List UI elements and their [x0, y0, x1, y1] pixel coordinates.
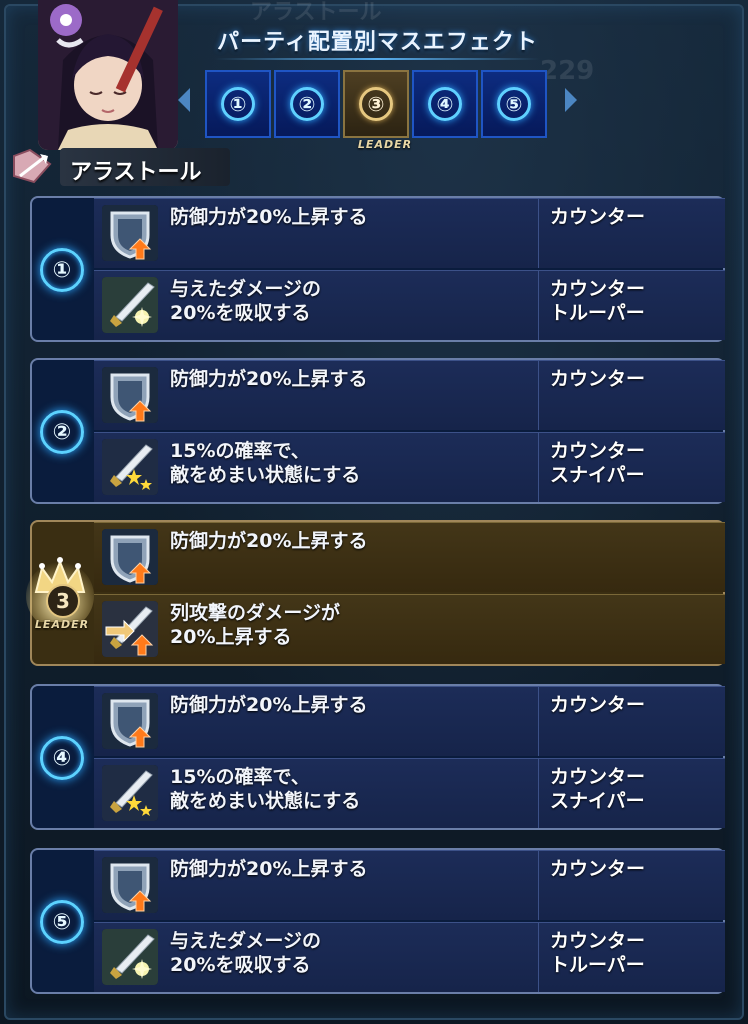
lifesteal-icon — [102, 929, 158, 985]
group-number-badge: ⑤ — [40, 900, 84, 944]
target-type: カウンター スナイパー — [550, 766, 646, 812]
effect-group-slot-5: ⑤ 防御力が20%上昇する カウンター与えたダメージの 20%を吸収する カウンター トル… — [30, 848, 725, 994]
effect-description: 列攻撃のダメージが 20%上昇する — [170, 602, 341, 648]
effect-row: 防御力が20%上昇する — [94, 522, 725, 592]
column-divider — [538, 851, 539, 920]
group-number-badge: ② — [40, 410, 84, 454]
lifesteal-icon — [102, 277, 158, 333]
column-divider — [538, 433, 539, 502]
defense-up-icon — [102, 205, 158, 261]
slot-4-button[interactable]: ④ — [412, 70, 478, 138]
effect-description: 15%の確率で、 敵をめまい状態にする — [170, 440, 361, 486]
group-number-badge: ④ — [40, 736, 84, 780]
character-name: アラストール — [70, 160, 202, 185]
slot-1-number: ① — [221, 87, 255, 121]
target-type: カウンター — [550, 694, 646, 716]
effect-description: 与えたダメージの 20%を吸収する — [170, 930, 322, 976]
dizzy-icon — [102, 765, 158, 821]
slot-3-number: ③ — [359, 87, 393, 121]
effect-group-slot-1: ① 防御力が20%上昇する カウンター与えたダメージの 20%を吸収する カウンター トル… — [30, 196, 725, 342]
effect-row: 列攻撃のダメージが 20%上昇する — [94, 594, 725, 664]
column-attack-up-icon — [102, 601, 158, 657]
effect-row: 与えたダメージの 20%を吸収する カウンター トルーパー — [94, 270, 725, 340]
slot-1-button[interactable]: ① — [205, 70, 271, 138]
column-divider — [538, 923, 539, 992]
target-type: カウンター — [550, 368, 646, 390]
title-underline — [215, 58, 540, 60]
effect-description: 防御力が20%上昇する — [170, 694, 368, 716]
column-divider — [538, 759, 539, 828]
slot-selector: ① ② ③ ④ ⑤ — [205, 70, 550, 140]
effect-description: 防御力が20%上昇する — [170, 206, 368, 228]
defense-up-icon — [102, 693, 158, 749]
group-number-badge: ① — [40, 248, 84, 292]
effect-row: 防御力が20%上昇する カウンター — [94, 360, 725, 430]
defense-up-icon — [102, 857, 158, 913]
target-type: カウンター トルーパー — [550, 278, 646, 324]
effect-row: 防御力が20%上昇する カウンター — [94, 198, 725, 268]
effect-description: 防御力が20%上昇する — [170, 530, 368, 552]
column-divider — [538, 199, 539, 268]
effect-row: 防御力が20%上昇する カウンター — [94, 850, 725, 920]
effect-description: 防御力が20%上昇する — [170, 858, 368, 880]
effect-description: 15%の確率で、 敵をめまい状態にする — [170, 766, 361, 812]
defense-up-icon — [102, 367, 158, 423]
effect-group-slot-4: ④ 防御力が20%上昇する カウンター 15%の確率で、 敵をめまい状態にする カウンター… — [30, 684, 725, 830]
leader-slot-label: LEADER — [357, 138, 413, 151]
defense-up-icon — [102, 529, 158, 585]
prev-arrow-icon[interactable] — [178, 88, 190, 112]
effect-description: 防御力が20%上昇する — [170, 368, 368, 390]
group-number-badge: 3 — [46, 584, 80, 618]
slot-2-button[interactable]: ② — [274, 70, 340, 138]
dizzy-icon — [102, 439, 158, 495]
page-title: パーティ配置別マスエフェクト — [217, 30, 538, 55]
effect-row: 15%の確率で、 敵をめまい状態にする カウンター スナイパー — [94, 758, 725, 828]
effect-row: 与えたダメージの 20%を吸収する カウンター トルーパー — [94, 922, 725, 992]
effect-row: 15%の確率で、 敵をめまい状態にする カウンター スナイパー — [94, 432, 725, 502]
effect-group-slot-3: 3 LEADER 防御力が20%上昇する列攻撃のダメージが 20%上昇する — [26, 520, 725, 666]
slot-5-button[interactable]: ⑤ — [481, 70, 547, 138]
effect-description: 与えたダメージの 20%を吸収する — [170, 278, 322, 324]
spear-class-icon — [10, 146, 54, 186]
leader-label: LEADER — [34, 618, 90, 631]
slot-3-button[interactable]: ③ — [343, 70, 409, 138]
target-type: カウンター — [550, 206, 646, 228]
effect-group-slot-2: ② 防御力が20%上昇する カウンター 15%の確率で、 敵をめまい状態にする カウンター… — [30, 358, 725, 504]
target-type: カウンター — [550, 858, 646, 880]
slot-2-number: ② — [290, 87, 324, 121]
target-type: カウンター トルーパー — [550, 930, 646, 976]
column-divider — [538, 361, 539, 430]
slot-5-number: ⑤ — [497, 87, 531, 121]
slot-4-number: ④ — [428, 87, 462, 121]
effect-row: 防御力が20%上昇する カウンター — [94, 686, 725, 756]
target-type: カウンター スナイパー — [550, 440, 646, 486]
next-arrow-icon[interactable] — [565, 88, 577, 112]
character-portrait — [38, 0, 178, 150]
column-divider — [538, 687, 539, 756]
column-divider — [538, 271, 539, 340]
